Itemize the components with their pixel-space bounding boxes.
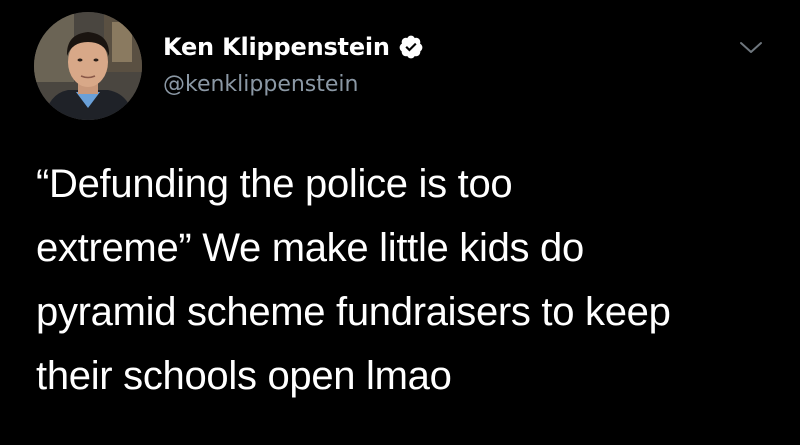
profile-photo-icon xyxy=(34,12,142,120)
verified-badge-icon xyxy=(398,34,424,60)
author-display-name[interactable]: Ken Klippenstein xyxy=(163,33,390,61)
author-handle[interactable]: @kenklippenstein xyxy=(163,72,359,97)
tweet-text-line: pyramid scheme fundraisers to keep xyxy=(36,290,671,334)
author-name-row[interactable]: Ken Klippenstein xyxy=(163,30,424,64)
tweet-text-line: their schools open lmao xyxy=(36,354,452,398)
tweet-text-line: extreme” We make little kids do xyxy=(36,226,584,270)
tweet-card: Ken Klippenstein @kenklippenstein “Defun… xyxy=(0,0,800,445)
avatar[interactable] xyxy=(34,12,142,120)
tweet-text: “Defunding the police is too extreme” We… xyxy=(36,152,776,408)
chevron-down-icon[interactable] xyxy=(738,38,764,58)
tweet-text-line: “Defunding the police is too xyxy=(36,162,513,206)
